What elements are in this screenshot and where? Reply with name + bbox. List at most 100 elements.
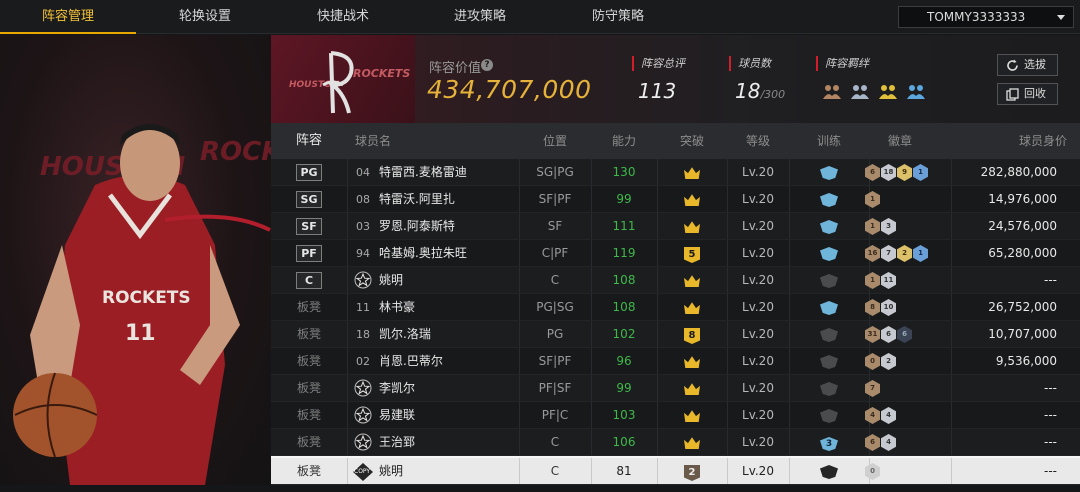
badge-list[interactable]: 1 11: [865, 272, 897, 289]
select-button[interactable]: 选拔: [997, 54, 1058, 76]
training-cell[interactable]: [789, 294, 869, 321]
training-cell[interactable]: [789, 267, 869, 294]
break-badge[interactable]: [657, 429, 727, 456]
recycle-button[interactable]: 回收: [997, 83, 1058, 105]
training-cell[interactable]: 3: [789, 429, 869, 456]
user-dropdown[interactable]: TOMMY3333333: [898, 6, 1074, 28]
break-badge[interactable]: [657, 267, 727, 294]
jersey-number: COPY: [351, 458, 375, 485]
badge-list[interactable]: 6 18 9 1: [865, 164, 929, 181]
col-name[interactable]: 球员名: [347, 123, 427, 159]
table-row[interactable]: 板凳 李凯尔 PF|SF 99 Lv.20 7 ---: [271, 375, 1080, 402]
row-slot: SF: [271, 213, 347, 240]
player-name[interactable]: 罗恩.阿泰斯特: [379, 213, 517, 240]
player-name[interactable]: 特雷西.麦格雷迪: [379, 159, 517, 186]
table-row[interactable]: SF 03 罗恩.阿泰斯特 SF 111 Lv.20 1 3 24,576,000: [271, 213, 1080, 240]
badge-list[interactable]: 31 6 6: [865, 326, 913, 343]
col-ability[interactable]: 能力: [591, 123, 657, 159]
jersey-team: ROCKETS: [102, 288, 191, 308]
training-cell[interactable]: [789, 402, 869, 429]
player-name[interactable]: 林书豪: [379, 294, 517, 321]
bench-label: 板凳: [296, 354, 321, 368]
chemistry-bronze-icon[interactable]: [822, 82, 842, 106]
badge-list[interactable]: 7: [865, 380, 881, 397]
player-name[interactable]: 凯尔.洛瑞: [379, 321, 517, 348]
jersey-number: 08: [356, 193, 370, 206]
player-name[interactable]: 肖恩.巴蒂尔: [379, 348, 517, 375]
badge-bronze-icon: 31: [865, 326, 880, 343]
badge-list[interactable]: 64: [865, 434, 897, 451]
table-row[interactable]: 板凳 易建联 PF|C 103 Lv.20 4 4 ---: [271, 402, 1080, 429]
badge-list[interactable]: 0: [865, 463, 881, 480]
tab-lineup[interactable]: 阵容管理: [0, 0, 136, 34]
badge-list[interactable]: 16 7 2 1: [865, 245, 929, 262]
training-cell[interactable]: [789, 186, 869, 213]
break-badge[interactable]: [657, 348, 727, 375]
badge-list[interactable]: 02: [865, 353, 897, 370]
tab-defense[interactable]: 防守策略: [548, 0, 688, 34]
table-row[interactable]: 板凳 COPY 姚明 C 81 2 Lv.20 0 ---: [271, 456, 1080, 485]
badge-list[interactable]: 44: [865, 407, 897, 424]
crown-icon: [684, 437, 700, 449]
player-name[interactable]: 王治郅: [379, 429, 517, 456]
training-shield-icon: [820, 166, 838, 180]
badge-list[interactable]: 13: [865, 218, 897, 235]
col-slot[interactable]: 阵容: [271, 123, 347, 159]
training-cell[interactable]: [789, 240, 869, 267]
col-training[interactable]: 训练: [789, 123, 869, 159]
table-header: 阵容 球员名 位置 能力 突破 等级 训练 徽章 球员身价: [271, 123, 1080, 159]
badge-list[interactable]: 8 10: [865, 299, 897, 316]
jersey-number: 94: [356, 247, 370, 260]
training-cell[interactable]: [789, 458, 869, 485]
break-badge[interactable]: 2: [657, 458, 727, 485]
slot-badge: C: [296, 272, 322, 289]
tab-rotation[interactable]: 轮换设置: [136, 0, 274, 34]
table-row[interactable]: PG 04 特雷西.麦格雷迪 SG|PG 130 Lv.20 6 18 9 1 282,880,00…: [271, 159, 1080, 186]
break-badge[interactable]: [657, 186, 727, 213]
table-row[interactable]: 板凳 02 肖恩.巴蒂尔 SF|PF 96 Lv.20 0 2 9,536,000: [271, 348, 1080, 375]
player-name[interactable]: 姚明: [379, 458, 517, 485]
training-cell[interactable]: [789, 213, 869, 240]
chemistry-silver-icon[interactable]: [850, 82, 870, 106]
break-badge[interactable]: [657, 294, 727, 321]
table-row[interactable]: 板凳 11 林书豪 PG|SG 108 Lv.20 8 10 26,752,000: [271, 294, 1080, 321]
col-break[interactable]: 突破: [657, 123, 727, 159]
col-value[interactable]: 球员身价: [951, 123, 1071, 159]
player-name[interactable]: 特雷沃.阿里扎: [379, 186, 517, 213]
col-position[interactable]: 位置: [519, 123, 591, 159]
tab-tactics[interactable]: 快捷战术: [274, 0, 412, 34]
player-name[interactable]: 李凯尔: [379, 375, 517, 402]
player-name[interactable]: 姚明: [379, 267, 517, 294]
break-badge[interactable]: 8: [657, 321, 727, 348]
break-badge[interactable]: [657, 159, 727, 186]
table-row[interactable]: C 姚明 C 108 Lv.20 1 11 ---: [271, 267, 1080, 294]
break-badge[interactable]: [657, 375, 727, 402]
player-value: 282,880,000: [980, 165, 1057, 179]
player-name[interactable]: 哈基姆.奥拉朱旺: [379, 240, 517, 267]
help-icon[interactable]: ?: [481, 59, 493, 71]
table-row[interactable]: PF 94 哈基姆.奥拉朱旺 C|PF 119 5 Lv.20 16 7 2 1 65,280,000: [271, 240, 1080, 267]
roster-table: PG 04 特雷西.麦格雷迪 SG|PG 130 Lv.20 6 18 9 1 282,880,00…: [271, 159, 1080, 485]
training-cell[interactable]: [789, 348, 869, 375]
crown-icon: [684, 383, 700, 395]
break-badge[interactable]: [657, 402, 727, 429]
player-value: 14,976,000: [988, 192, 1057, 206]
crown-icon: [684, 302, 700, 314]
training-cell[interactable]: [789, 321, 869, 348]
badge-list[interactable]: 1: [865, 191, 881, 208]
chemistry-blue-icon[interactable]: [906, 82, 926, 106]
col-level[interactable]: 等级: [727, 123, 789, 159]
training-cell[interactable]: [789, 375, 869, 402]
chemistry-gold-icon[interactable]: [878, 82, 898, 106]
table-row[interactable]: 板凳 王治郅 C 106 Lv.20 3 6 4 ---: [271, 429, 1080, 456]
break-badge[interactable]: [657, 213, 727, 240]
tab-offense[interactable]: 进攻策略: [412, 0, 548, 34]
jersey-number: [351, 375, 375, 402]
table-row[interactable]: SG 08 特雷沃.阿里扎 SF|PF 99 Lv.20 1 14,976,000: [271, 186, 1080, 213]
training-cell[interactable]: [789, 159, 869, 186]
badge-bronze-icon: 7: [865, 380, 880, 397]
break-badge[interactable]: 5: [657, 240, 727, 267]
table-row[interactable]: 板凳 18 凯尔.洛瑞 PG 102 8 Lv.20 31 6 6 10,707,000: [271, 321, 1080, 348]
player-name[interactable]: 易建联: [379, 402, 517, 429]
col-badges[interactable]: 徽章: [869, 123, 931, 159]
